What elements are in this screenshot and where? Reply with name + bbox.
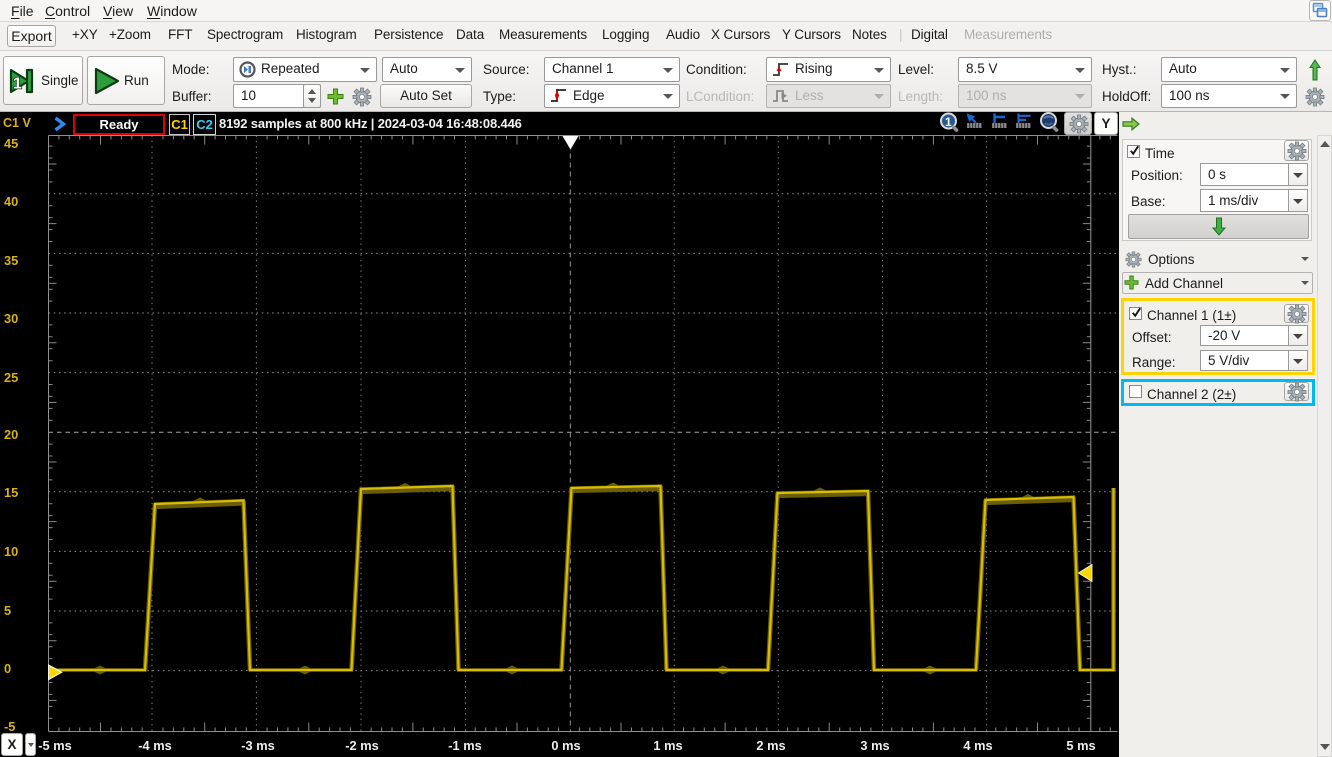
svg-text:25: 25 [4,370,18,385]
svg-text:-1 ms: -1 ms [448,738,481,753]
svg-text:3 ms: 3 ms [860,738,889,753]
svg-text:2 ms: 2 ms [756,738,785,753]
svg-text:-2 ms: -2 ms [345,738,378,753]
svg-text:15: 15 [4,485,18,500]
svg-text:0 ms: 0 ms [551,738,580,753]
svg-text:35: 35 [4,253,18,268]
svg-text:30: 30 [4,311,18,326]
svg-text:-3 ms: -3 ms [241,738,274,753]
svg-text:-5 ms: -5 ms [38,738,71,753]
svg-text:4 ms: 4 ms [963,738,992,753]
svg-text:20: 20 [4,427,18,442]
svg-text:5: 5 [4,603,11,618]
svg-text:-5: -5 [4,719,15,734]
svg-text:1 ms: 1 ms [653,738,682,753]
svg-text:5 ms: 5 ms [1066,738,1095,753]
svg-text:10: 10 [4,544,18,559]
svg-text:0: 0 [4,661,11,676]
svg-text:1: 1 [13,76,22,93]
svg-text:-4 ms: -4 ms [138,738,171,753]
svg-text:1: 1 [945,115,952,129]
svg-text:45: 45 [4,136,18,151]
svg-text:40: 40 [4,194,18,209]
